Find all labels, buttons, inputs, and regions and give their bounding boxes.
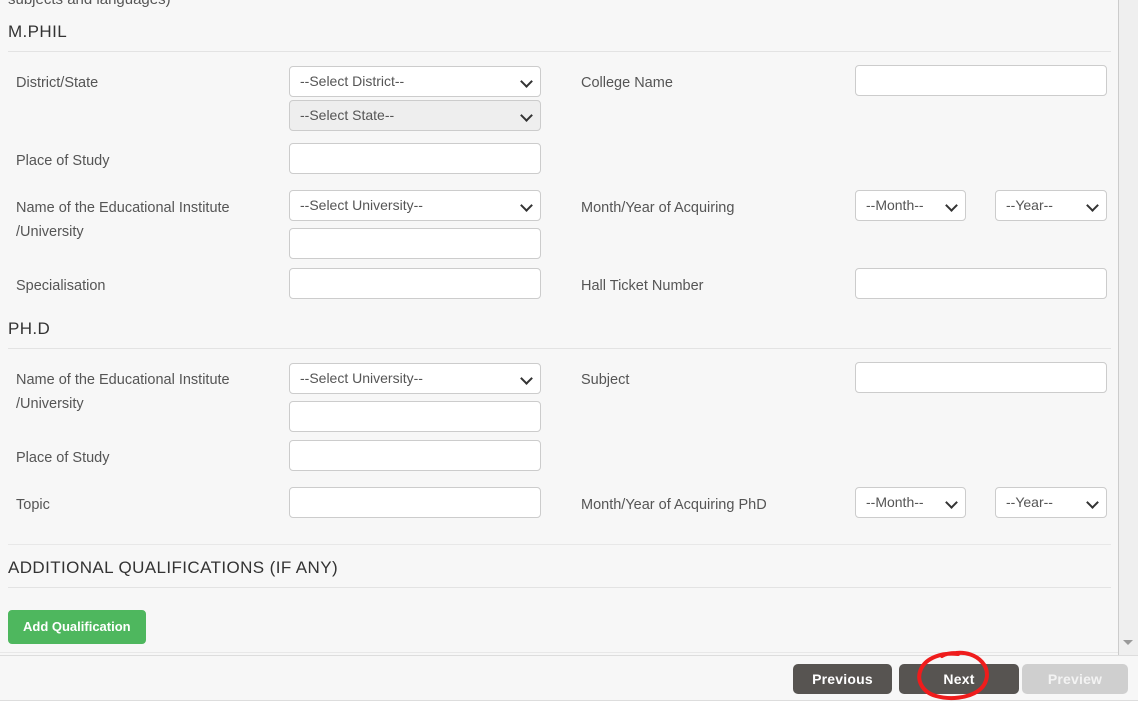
qualification-form-panel: subjects and languages) M.PHIL District/…: [0, 0, 1119, 655]
label-hall-ticket-number: Hall Ticket Number: [581, 278, 704, 294]
input-college-name-mphil[interactable]: [855, 65, 1107, 96]
label-place-of-study-phd: Place of Study: [16, 450, 110, 466]
select-district-mphil[interactable]: --Select District--: [289, 66, 541, 97]
input-university-other-mphil[interactable]: [289, 228, 541, 259]
select-month-mphil[interactable]: --Month--: [855, 190, 966, 221]
chevron-down-icon: [947, 501, 956, 510]
label-topic-phd: Topic: [16, 497, 50, 513]
next-button[interactable]: Next: [899, 664, 1019, 694]
select-state-mphil[interactable]: --Select State--: [289, 100, 541, 131]
select-university-mphil[interactable]: --Select University--: [289, 190, 541, 221]
select-month-phd-value: --Month--: [866, 494, 924, 510]
label-place-of-study-mphil: Place of Study: [16, 153, 110, 169]
previous-button[interactable]: Previous: [793, 664, 892, 694]
chevron-down-icon: [1088, 204, 1097, 213]
label-month-year-acquiring-mphil: Month/Year of Acquiring: [581, 200, 735, 216]
preview-button[interactable]: Preview: [1022, 664, 1128, 694]
chevron-down-icon: [522, 204, 531, 213]
input-place-of-study-phd[interactable]: [289, 440, 541, 471]
select-year-mphil[interactable]: --Year--: [995, 190, 1107, 221]
label-specialisation: Specialisation: [16, 278, 106, 294]
application-root: subjects and languages) M.PHIL District/…: [0, 0, 1138, 701]
input-university-other-phd[interactable]: [289, 401, 541, 432]
panel-bottom-divider: [0, 652, 1118, 653]
chevron-down-icon: [1088, 501, 1097, 510]
label-college-name: College Name: [581, 75, 673, 91]
input-subject-phd[interactable]: [855, 362, 1107, 393]
chevron-down-icon: [522, 377, 531, 386]
select-university-phd[interactable]: --Select University--: [289, 363, 541, 394]
select-year-mphil-value: --Year--: [1006, 197, 1053, 213]
input-topic-phd[interactable]: [289, 487, 541, 518]
chevron-down-icon: [522, 80, 531, 89]
select-year-phd[interactable]: --Year--: [995, 487, 1107, 518]
form-footer-bar: Previous Next Preview: [0, 655, 1138, 701]
row-divider: [8, 544, 1111, 545]
section-heading-additional-qualifications: ADDITIONAL QUALIFICATIONS (IF ANY): [8, 558, 1111, 588]
label-institute-university-mphil: Name of the Educational Institute /Unive…: [16, 196, 276, 244]
select-university-phd-value: --Select University--: [300, 370, 423, 386]
clipped-previous-text: subjects and languages): [8, 0, 171, 8]
input-hall-ticket-number-mphil[interactable]: [855, 268, 1107, 299]
label-district-state: District/State: [16, 75, 99, 91]
label-institute-line1: Name of the Educational Institute: [16, 372, 230, 388]
scrollbar-down-arrow-icon[interactable]: [1123, 638, 1135, 650]
label-subject-phd: Subject: [581, 372, 630, 388]
chevron-down-icon: [522, 114, 531, 123]
section-heading-mphil: M.PHIL: [8, 22, 1111, 52]
label-institute-line2: /University: [16, 224, 84, 240]
select-year-phd-value: --Year--: [1006, 494, 1053, 510]
label-institute-line1: Name of the Educational Institute: [16, 200, 230, 216]
chevron-down-icon: [947, 204, 956, 213]
select-university-mphil-value: --Select University--: [300, 197, 423, 213]
label-month-year-acquiring-phd: Month/Year of Acquiring PhD: [581, 497, 767, 513]
vertical-scrollbar[interactable]: [1120, 0, 1138, 655]
select-state-mphil-value: --Select State--: [300, 107, 395, 123]
select-district-mphil-value: --Select District--: [300, 73, 405, 89]
input-place-of-study-mphil[interactable]: [289, 143, 541, 174]
section-heading-phd: PH.D: [8, 319, 1111, 349]
add-qualification-button[interactable]: Add Qualification: [8, 610, 146, 644]
select-month-phd[interactable]: --Month--: [855, 487, 966, 518]
select-month-mphil-value: --Month--: [866, 197, 924, 213]
label-institute-university-phd: Name of the Educational Institute /Unive…: [16, 368, 276, 416]
label-institute-line2: /University: [16, 396, 84, 412]
input-specialisation-mphil[interactable]: [289, 268, 541, 299]
